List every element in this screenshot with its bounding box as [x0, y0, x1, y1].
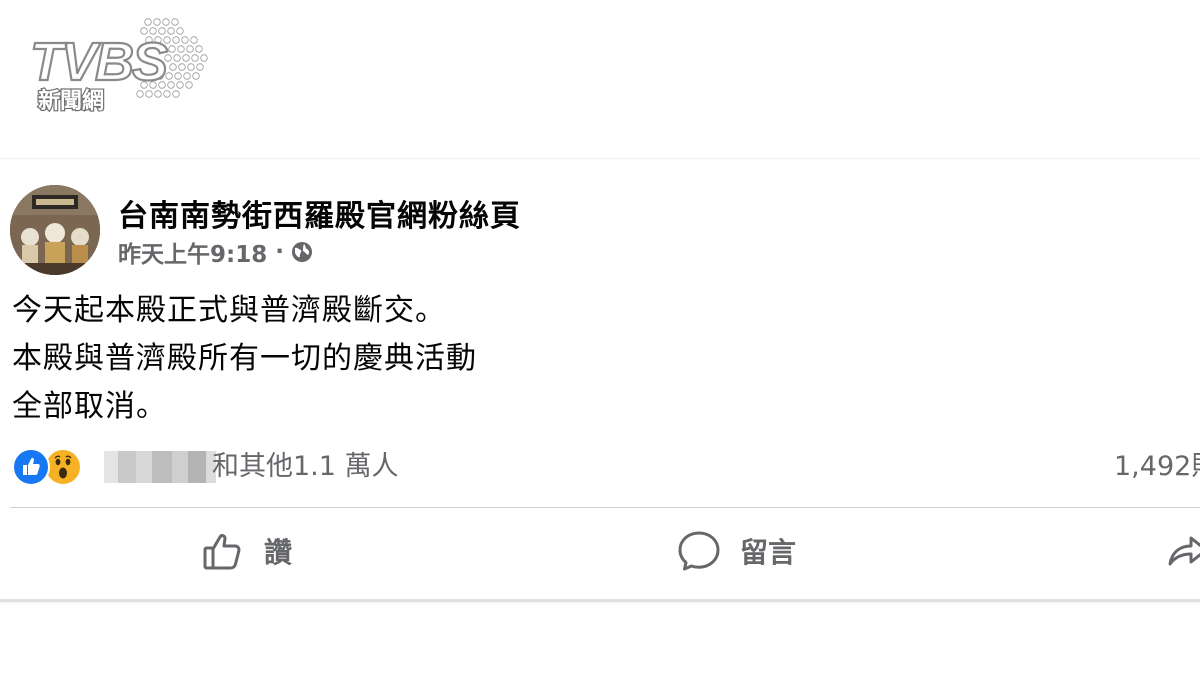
comment-button[interactable]: 留言	[676, 521, 796, 581]
screenshot-root: TVBS 新聞網 台南南勢街西羅殿官網粉絲頁 昨天上午9:18 · 今天起本殿正…	[0, 0, 1200, 675]
post-body-line: 全部取消。	[12, 389, 167, 424]
like-reaction-icon[interactable]	[12, 448, 50, 486]
facebook-post-card: 台南南勢街西羅殿官網粉絲頁 昨天上午9:18 · 今天起本殿正式與普濟殿斷交。 …	[0, 158, 1200, 602]
globe-icon[interactable]	[290, 240, 314, 264]
thumbs-up-icon	[200, 528, 246, 574]
post-timestamp[interactable]: 昨天上午9:18	[118, 235, 267, 269]
blurred-reactor-names	[104, 451, 216, 483]
reaction-icons[interactable]	[12, 447, 82, 487]
share-button[interactable]	[1164, 521, 1200, 581]
like-button[interactable]: 讚	[200, 521, 292, 581]
page-avatar[interactable]	[10, 185, 100, 275]
svg-text:TVBS: TVBS	[30, 32, 168, 92]
meta-separator: ·	[275, 239, 284, 265]
post-body-line: 今天起本殿正式與普濟殿斷交。	[12, 293, 446, 328]
share-arrow-icon	[1164, 528, 1200, 574]
svg-text:新聞網: 新聞網	[38, 88, 104, 114]
speech-bubble-icon	[676, 528, 722, 574]
reactions-row: 和其他1.1 萬人 1,492則	[12, 447, 1200, 487]
divider	[10, 507, 1200, 508]
post-action-bar: 讚 留言	[0, 521, 1200, 581]
post-meta: 昨天上午9:18 ·	[118, 235, 314, 269]
page-name-link[interactable]: 台南南勢街西羅殿官網粉絲頁	[118, 191, 521, 235]
reaction-summary[interactable]: 和其他1.1 萬人	[212, 447, 399, 487]
like-button-label: 讚	[264, 536, 293, 569]
comment-button-label: 留言	[740, 536, 797, 569]
post-body-line: 本殿與普濟殿所有一切的慶典活動	[12, 341, 477, 376]
post-body-text: 今天起本殿正式與普濟殿斷交。 本殿與普濟殿所有一切的慶典活動 全部取消。	[12, 287, 477, 431]
tvbs-watermark-logo: TVBS 新聞網	[28, 14, 218, 114]
comment-count[interactable]: 1,492則	[1114, 447, 1200, 487]
